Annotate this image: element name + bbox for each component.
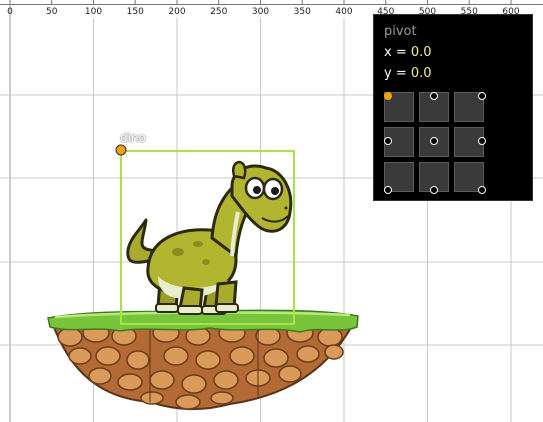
ruler-tick-label: 100 — [84, 7, 103, 17]
ruler-tick-label: 50 — [46, 7, 58, 17]
pivot-option-bottom-center[interactable] — [430, 186, 438, 194]
pivot-option-top-center[interactable] — [430, 92, 438, 100]
pivot-option-top-right[interactable] — [478, 92, 486, 100]
dino-sprite[interactable] — [126, 160, 293, 315]
pivot-x-row: x = 0.0 — [384, 45, 432, 60]
ruler-tick-label: 0 — [7, 7, 13, 17]
pivot-panel-title: pivot — [384, 24, 417, 39]
island-sprite — [47, 309, 359, 411]
pivot-option-bottom-left[interactable] — [384, 186, 392, 194]
pivot-x-value: 0.0 — [410, 45, 432, 60]
ruler-tick-label: 200 — [168, 7, 186, 17]
ruler-tick-label: 350 — [293, 7, 311, 17]
pivot-x-label: x = — [384, 45, 411, 60]
pivot-option-bottom-right[interactable] — [478, 186, 486, 194]
pivot-y-row: y = 0.0 — [384, 66, 432, 81]
pivot-y-value: 0.0 — [410, 66, 432, 81]
sprite-name-label: dino — [120, 131, 146, 145]
pivot-option-center[interactable] — [430, 137, 438, 145]
pivot-option-middle-left[interactable] — [384, 137, 392, 145]
ruler-tick-label: 250 — [210, 7, 228, 17]
pivot-y-label: y = — [384, 66, 411, 81]
pivot-option-middle-right[interactable] — [478, 137, 486, 145]
pivot-anchor-handle[interactable] — [115, 144, 127, 156]
ruler-tick-label: 300 — [251, 7, 270, 17]
ruler-tick-label: 400 — [335, 7, 353, 17]
pivot-panel: pivot x = 0.0 y = 0.0 — [373, 14, 533, 201]
ruler-tick-label: 150 — [126, 7, 144, 17]
pivot-option-top-left[interactable] — [384, 92, 392, 100]
